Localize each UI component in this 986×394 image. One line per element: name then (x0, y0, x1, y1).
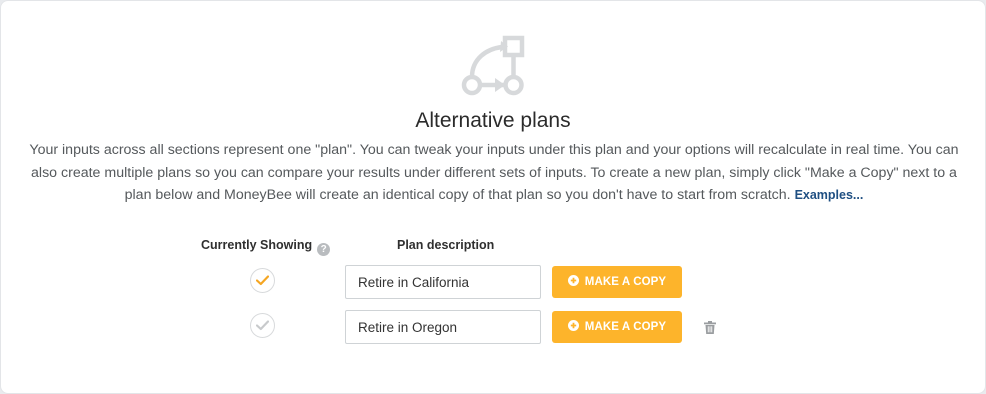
column-header-plan-description: Plan description (397, 238, 495, 252)
column-header-label: Currently Showing (201, 238, 313, 252)
current-plan-check-inactive[interactable] (250, 313, 275, 338)
make-a-copy-label: MAKE A COPY (584, 321, 667, 333)
make-a-copy-label: MAKE A COPY (584, 276, 667, 288)
plan-description-input[interactable] (345, 310, 541, 344)
plan-row: MAKE A COPY (1, 310, 985, 344)
checkmark-icon (256, 320, 269, 331)
plan-row: MAKE A COPY (1, 265, 985, 299)
plan-description-input[interactable] (345, 265, 541, 299)
workflow-branch-icon (461, 35, 525, 96)
plus-circle-icon (567, 320, 579, 331)
plus-circle-icon (567, 275, 579, 286)
make-a-copy-button[interactable]: MAKE A COPY (552, 266, 682, 298)
question-circle-icon[interactable]: ? (317, 243, 331, 256)
make-a-copy-button[interactable]: MAKE A COPY (552, 311, 682, 343)
column-header-currently-showing: Currently Showing? (201, 238, 331, 256)
current-plan-check-active[interactable] (250, 268, 275, 293)
checkmark-icon (256, 275, 269, 286)
alternative-plans-card: Alternative plans Your inputs across all… (0, 0, 986, 394)
examples-link[interactable]: Examples... (795, 188, 864, 202)
page-title: Alternative plans (415, 109, 571, 132)
trash-icon[interactable] (704, 321, 716, 334)
intro-paragraph: Your inputs across all sections represen… (23, 139, 965, 207)
